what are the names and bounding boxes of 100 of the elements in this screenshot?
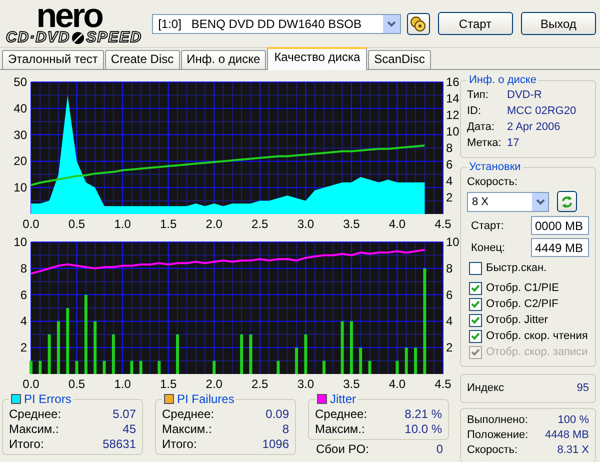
- refresh-icon: [561, 194, 573, 208]
- axis-label: 4: [446, 174, 453, 188]
- chart-bar: [139, 360, 142, 374]
- checkbox-label: Быстр.скан.: [486, 261, 547, 276]
- chart-bar: [94, 321, 97, 374]
- chart-bar: [404, 348, 408, 374]
- axis-label: 10: [446, 124, 460, 138]
- checkbox-label: Отобр. скор. записи: [486, 345, 588, 360]
- axis-label: 12: [446, 108, 460, 122]
- group-title: PI Failures: [177, 392, 234, 406]
- axis-label: 20: [14, 154, 27, 168]
- field-label: Скорость:: [467, 175, 519, 190]
- chart-bar: [276, 360, 280, 374]
- chart-bar: [38, 360, 42, 374]
- stat-value: 8: [282, 422, 289, 437]
- axis-label: 2: [20, 340, 27, 355]
- stat-label: Максим.:: [162, 422, 212, 437]
- disc-icon: [71, 30, 86, 44]
- chevron-down-icon: [386, 20, 396, 26]
- chart-bar: [48, 334, 51, 374]
- stat-value: 0: [436, 442, 443, 457]
- checkbox[interactable]: [469, 298, 482, 310]
- stat-value: 58631: [102, 437, 136, 452]
- stat-value: 10.0 %: [404, 422, 442, 437]
- axis-label: 0.0: [22, 217, 40, 230]
- axis-label: 4.0: [388, 377, 406, 390]
- checkbox[interactable]: [469, 330, 482, 342]
- drive-dropdown[interactable]: [1:0] BENQ DVD DD DW1640 BSOB: [152, 14, 401, 34]
- chart-bar: [249, 334, 252, 374]
- axis-label: 6: [446, 158, 453, 172]
- checkbox[interactable]: [469, 314, 482, 326]
- chart-bar: [56, 321, 60, 374]
- discs-icon: [410, 16, 426, 32]
- stat-label: Среднее:: [162, 407, 214, 422]
- axis-label: 10: [446, 235, 460, 249]
- stat-value: 1096: [262, 437, 289, 452]
- stat-label: Среднее:: [315, 407, 368, 422]
- stat-value: 45: [122, 422, 136, 437]
- axis-label: 4.0: [388, 217, 406, 230]
- tab[interactable]: Create Disc: [104, 50, 180, 69]
- chart-bar: [350, 321, 353, 374]
- axis-label: 4: [446, 314, 453, 328]
- axis-label: 3.5: [343, 217, 360, 230]
- axis-label: 3.0: [297, 377, 314, 390]
- tab[interactable]: Инф. о диске: [180, 50, 266, 69]
- start-button[interactable]: Старт: [438, 12, 513, 35]
- axis-label: 10: [14, 235, 27, 249]
- tab[interactable]: ScanDisc: [368, 50, 431, 69]
- index-value: 95: [576, 381, 589, 396]
- chart-bar: [75, 360, 78, 374]
- group-title: Инф. о диске: [468, 74, 538, 86]
- field-label: Конец:: [471, 242, 506, 254]
- axis-label: 2.5: [252, 217, 268, 230]
- axis-label: 0.5: [68, 217, 86, 230]
- chart-bar: [102, 360, 106, 374]
- stat-value: 8.21 %: [404, 407, 442, 422]
- info-value: 2 Apr 2006: [507, 120, 560, 135]
- axis-label: 3.0: [297, 217, 314, 230]
- axis-label: 2.5: [252, 377, 268, 390]
- axis-label: 2.0: [206, 217, 222, 230]
- stat-label: Итого:: [9, 437, 44, 452]
- refresh-button[interactable]: [557, 191, 577, 212]
- logo-text: nero: [36, 2, 102, 30]
- axis-label: 1.5: [160, 217, 177, 230]
- stat-label: Среднее:: [9, 407, 62, 422]
- exit-button[interactable]: Выход: [520, 12, 596, 35]
- stat-label: Итого:: [162, 437, 197, 452]
- axis-label: 8: [20, 261, 27, 276]
- checkbox[interactable]: [469, 262, 482, 274]
- axis-label: 2: [446, 190, 453, 204]
- discs-button[interactable]: [406, 12, 430, 34]
- axis-label: 8: [446, 261, 453, 276]
- chart-bar: [130, 360, 134, 374]
- axis-label: 16: [446, 75, 460, 89]
- info-label: Дата:: [467, 120, 496, 135]
- info-value: MCC 02RG20: [507, 104, 576, 119]
- axis-label: 6: [20, 288, 27, 302]
- stat-label: Сбои PO:: [316, 442, 369, 457]
- tab[interactable]: Качество диска: [267, 47, 368, 70]
- chart-bar: [414, 348, 418, 374]
- axis-label: 8: [446, 141, 453, 155]
- input-field[interactable]: 4449 MB: [531, 238, 589, 257]
- checkbox-label: Отобр. C1/PIE: [486, 281, 559, 296]
- speed-dropdown[interactable]: 8 X: [467, 192, 549, 212]
- progress-label: Скорость:: [467, 443, 518, 458]
- axis-label: 40: [14, 101, 27, 116]
- group-title: Установки: [468, 161, 522, 173]
- axis-label: 6: [446, 288, 453, 302]
- chart-bar: [66, 308, 70, 374]
- axis-label: 2: [446, 340, 453, 355]
- input-field[interactable]: 0000 MB: [531, 216, 589, 235]
- axis-label: 30: [14, 128, 27, 142]
- tab[interactable]: Эталонный тест: [2, 50, 104, 69]
- checkbox[interactable]: [469, 282, 482, 294]
- axis-label: 4.5: [434, 217, 452, 230]
- checkbox-label: Отобр. C2/PIF: [486, 297, 558, 312]
- chart-bar: [240, 334, 244, 374]
- progress-value: 100 %: [558, 413, 589, 428]
- checkbox-label: Отобр. Jitter: [486, 313, 548, 328]
- group-title: Jitter: [330, 392, 356, 406]
